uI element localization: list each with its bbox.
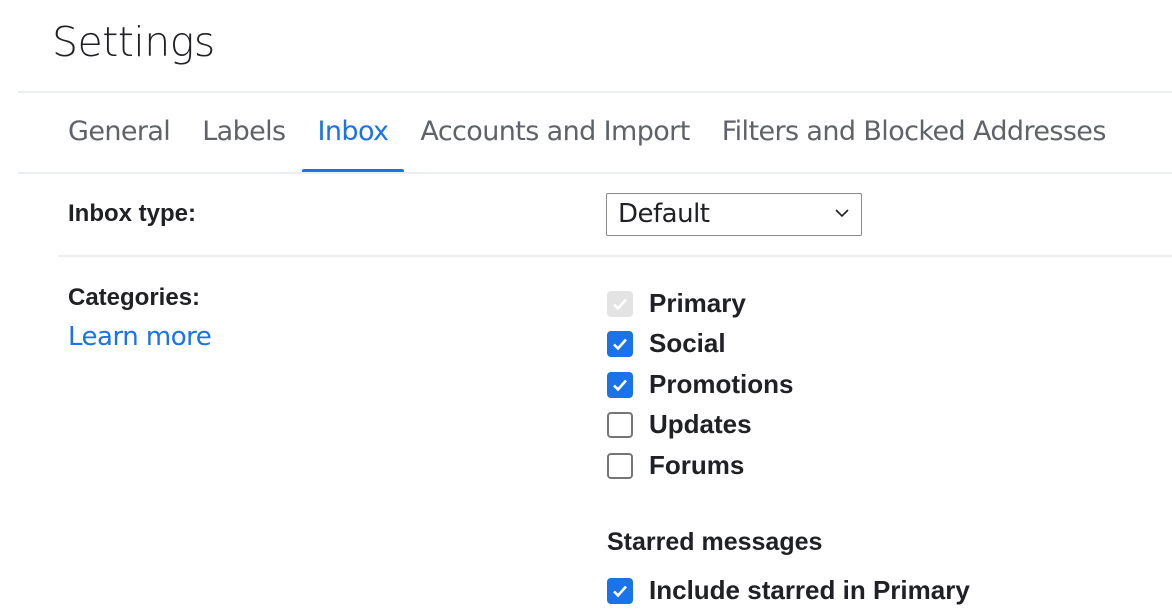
category-label: Promotions bbox=[649, 369, 794, 399]
learn-more-link[interactable]: Learn more bbox=[68, 322, 212, 352]
category-checkbox-updates[interactable]: Updates bbox=[607, 409, 752, 440]
include-starred-label: Include starred in Primary bbox=[649, 575, 970, 605]
category-label: Updates bbox=[649, 409, 752, 439]
checkbox-empty-icon[interactable] bbox=[607, 452, 633, 479]
chevron-down-icon bbox=[835, 209, 849, 218]
category-checkbox-promotions[interactable]: Promotions bbox=[607, 369, 793, 400]
tab-general[interactable]: General bbox=[52, 93, 186, 173]
checkbox-empty-icon[interactable] bbox=[607, 411, 633, 438]
tab-inbox[interactable]: Inbox bbox=[301, 93, 405, 173]
tab-accounts-and-import[interactable]: Accounts and Import bbox=[404, 93, 705, 173]
category-checkbox-forums[interactable]: Forums bbox=[607, 450, 744, 481]
include-starred-checkbox[interactable]: Include starred in Primary bbox=[607, 575, 970, 606]
inbox-type-select[interactable]: Default bbox=[606, 193, 862, 236]
category-label: Forums bbox=[649, 450, 745, 480]
tab-filters-and-blocked-addresses[interactable]: Filters and Blocked Addresses bbox=[706, 93, 1122, 173]
page-title: Settings bbox=[52, 18, 215, 66]
checkbox-checked-icon[interactable] bbox=[607, 577, 633, 604]
divider bbox=[58, 255, 1172, 257]
categories-label: Categories: bbox=[68, 284, 201, 311]
divider bbox=[18, 172, 1172, 174]
inbox-type-label: Inbox type: bbox=[68, 200, 197, 227]
starred-messages-heading: Starred messages bbox=[607, 528, 823, 556]
category-label: Social bbox=[649, 328, 726, 358]
tab-labels[interactable]: Labels bbox=[186, 93, 301, 173]
category-checkbox-primary: Primary bbox=[607, 288, 746, 319]
checkbox-checked-icon[interactable] bbox=[607, 330, 633, 357]
checkbox-checked-icon[interactable] bbox=[607, 371, 633, 398]
inbox-type-value: Default bbox=[618, 199, 710, 229]
settings-tabs: General Labels Inbox Accounts and Import… bbox=[52, 93, 1122, 173]
category-checkbox-social[interactable]: Social bbox=[607, 328, 726, 359]
checkbox-checked-icon bbox=[607, 290, 633, 317]
category-label: Primary bbox=[649, 288, 746, 318]
